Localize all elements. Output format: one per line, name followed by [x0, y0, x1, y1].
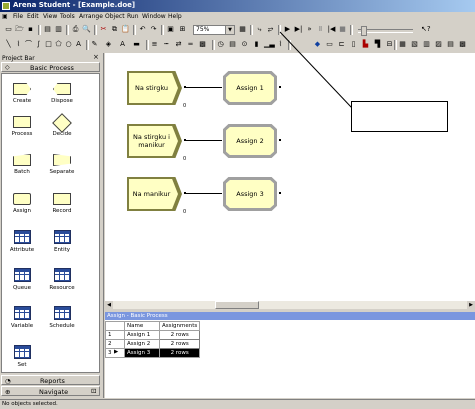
table-row[interactable]: 2 Assign 2 2 rows [105, 339, 201, 349]
assignments-button[interactable]: 2 rows [158, 348, 201, 358]
callout-box [351, 101, 448, 132]
column-header-name[interactable]: Name [124, 321, 160, 331]
scroll-thumb[interactable] [215, 301, 259, 309]
scroll-right-icon[interactable]: ▶ [467, 301, 475, 309]
table-header-row: Name Assignments [105, 321, 201, 331]
table-row-selected[interactable]: 3 ▶ Assign 3 2 rows [105, 348, 201, 358]
assignments-button[interactable]: 2 rows [158, 330, 201, 340]
scroll-left-icon[interactable]: ◀ [105, 301, 113, 309]
assignments-button[interactable]: 2 rows [158, 339, 201, 349]
table-row[interactable]: 1 Assign 1 2 rows [105, 330, 201, 340]
row-pointer-icon: ▶ [114, 349, 119, 355]
column-header-assignments[interactable]: Assignments [158, 321, 201, 331]
status-text: No objects selected. [2, 401, 58, 407]
horizontal-scrollbar[interactable]: ◀ ▶ [105, 301, 475, 309]
assign-table: Name Assignments 1 Assign 1 2 rows 2 Ass… [105, 321, 201, 358]
spreadsheet-title: Assign - Basic Process [105, 312, 475, 320]
